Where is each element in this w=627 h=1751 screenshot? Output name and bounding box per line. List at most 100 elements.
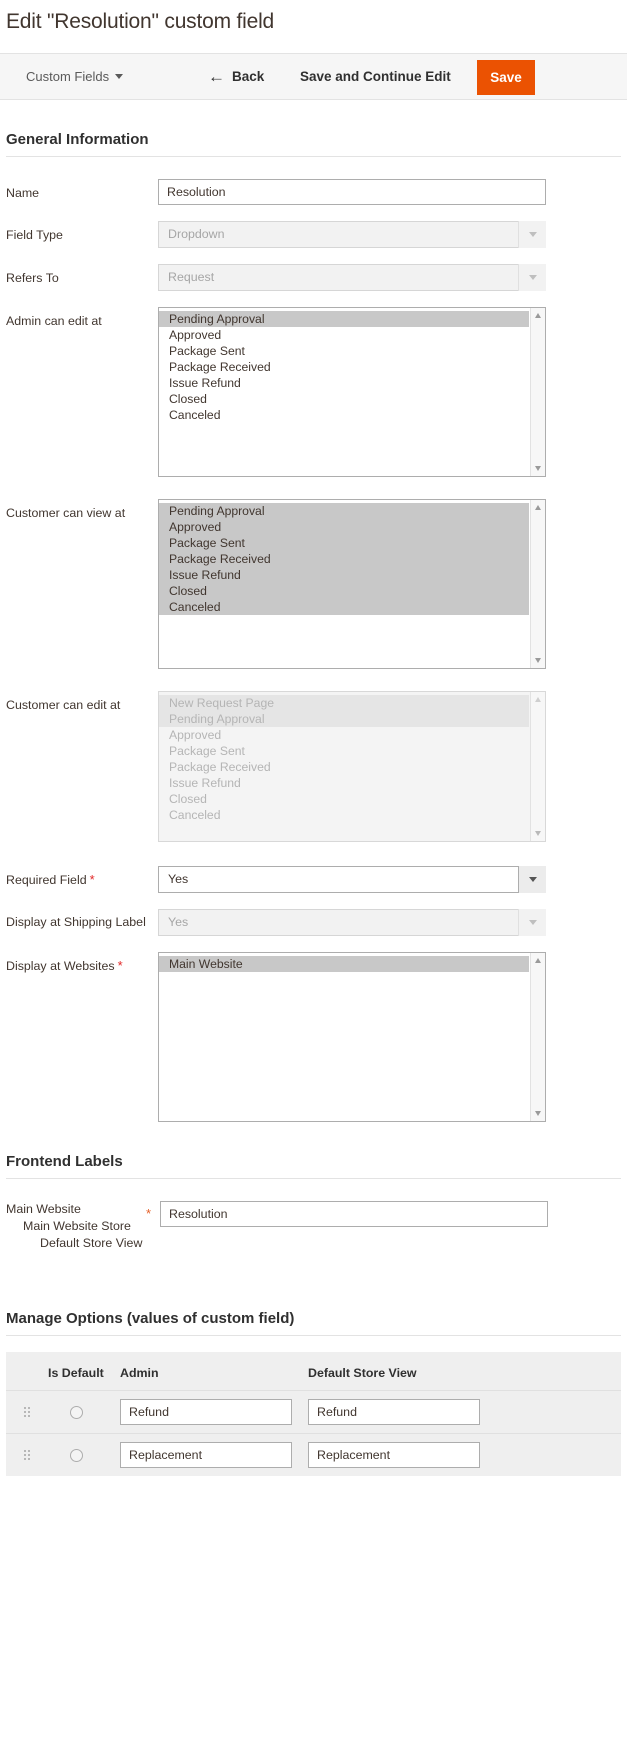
scrollbar[interactable] — [530, 308, 545, 476]
multiselect-option[interactable]: Package Sent — [159, 743, 529, 759]
back-button[interactable]: ← Back — [208, 68, 265, 85]
field-type-select-value: Dropdown — [158, 221, 546, 248]
scroll-down-icon — [535, 831, 541, 836]
chevron-down-icon[interactable] — [518, 866, 546, 893]
row-drag-cell — [6, 1433, 48, 1476]
table-row — [6, 1390, 621, 1434]
multiselect-option[interactable]: Approved — [159, 519, 529, 535]
is-default-cell — [48, 1433, 120, 1476]
field-type-select: Dropdown — [158, 221, 546, 248]
display-at-websites-multiselect[interactable]: Main Website — [158, 952, 546, 1122]
scroll-up-icon[interactable] — [535, 313, 541, 318]
column-header-actions — [496, 1352, 621, 1391]
name-input[interactable] — [158, 179, 546, 205]
multiselect-option[interactable]: Canceled — [159, 407, 529, 423]
display-at-websites-options: Main Website — [159, 956, 545, 972]
legend-divider — [6, 156, 621, 157]
multiselect-option[interactable]: Issue Refund — [159, 567, 529, 583]
display-at-websites-label-text: Display at Websites — [6, 959, 115, 973]
scrollbar[interactable] — [530, 953, 545, 1121]
field-refers-to: Refers To Request — [6, 264, 621, 291]
refers-to-select: Request — [158, 264, 546, 291]
multiselect-option[interactable]: Issue Refund — [159, 775, 529, 791]
multiselect-option[interactable]: Pending Approval — [159, 503, 529, 519]
required-field-select-value: Yes — [158, 866, 546, 893]
default-store-view-option-input[interactable] — [308, 1399, 480, 1425]
multiselect-option[interactable]: Pending Approval — [159, 311, 529, 327]
chevron-down-icon — [518, 909, 546, 936]
display-at-shipping-label-select: Yes — [158, 909, 546, 936]
multiselect-option[interactable]: Closed — [159, 791, 529, 807]
manage-options-fieldset: Manage Options (values of custom field) … — [0, 1252, 627, 1476]
multiselect-option[interactable]: Approved — [159, 727, 529, 743]
multiselect-option[interactable]: Pending Approval — [159, 711, 529, 727]
scroll-up-icon[interactable] — [535, 958, 541, 963]
chevron-down-icon — [115, 74, 124, 79]
scroll-down-icon[interactable] — [535, 658, 541, 663]
scroll-down-icon[interactable] — [535, 466, 541, 471]
frontend-label-input[interactable] — [160, 1201, 548, 1227]
field-display-at-websites: Display at Websites * Main Website — [6, 952, 621, 1122]
field-type-label: Field Type — [6, 228, 63, 242]
customer-can-view-at-multiselect[interactable]: Pending Approval Approved Package Sent Pack… — [158, 499, 546, 669]
table-row — [6, 1433, 621, 1476]
back-button-label: Back — [232, 69, 265, 84]
drag-handle-icon[interactable] — [23, 1406, 31, 1418]
multiselect-option[interactable]: Main Website — [159, 956, 529, 972]
required-field-select[interactable]: Yes — [158, 866, 546, 893]
scrollbar[interactable] — [530, 500, 545, 668]
chevron-down-icon — [518, 221, 546, 248]
field-field-type: Field Type Dropdown — [6, 221, 621, 248]
scroll-up-icon — [535, 697, 541, 702]
page-title: Edit "Resolution" custom field — [6, 10, 275, 33]
field-admin-can-edit-at: Admin can edit at Pending Approval Approv… — [6, 307, 621, 477]
manage-options-table: Is Default Admin Default Store View — [6, 1352, 621, 1476]
field-customer-can-view-at: Customer can view at Pending Approval App… — [6, 499, 621, 669]
drag-handle-icon[interactable] — [23, 1449, 31, 1461]
admin-option-input[interactable] — [120, 1399, 292, 1425]
legend-divider — [6, 1178, 621, 1179]
save-and-continue-edit-button[interactable]: Save and Continue Edit — [300, 69, 451, 84]
multiselect-option[interactable]: New Request Page — [159, 695, 529, 711]
field-frontend-label: Main Website Main Website Store Default … — [6, 1201, 621, 1252]
scrollbar — [530, 692, 545, 841]
custom-fields-switcher[interactable]: Custom Fields — [26, 69, 124, 84]
column-header-default-store-view: Default Store View — [308, 1352, 496, 1391]
customer-can-view-at-label: Customer can view at — [6, 506, 126, 520]
legend-divider — [6, 1335, 621, 1336]
multiselect-option[interactable]: Approved — [159, 327, 529, 343]
scope-store: Main Website Store — [23, 1219, 131, 1233]
scroll-up-icon[interactable] — [535, 505, 541, 510]
customer-can-view-at-options: Pending Approval Approved Package Sent Pack… — [159, 503, 545, 615]
is-default-cell — [48, 1390, 120, 1434]
multiselect-option[interactable]: Package Sent — [159, 343, 529, 359]
multiselect-option[interactable]: Closed — [159, 583, 529, 599]
multiselect-option[interactable]: Package Received — [159, 359, 529, 375]
display-at-shipping-label-label: Display at Shipping Label — [6, 915, 146, 929]
is-default-radio[interactable] — [70, 1448, 83, 1462]
multiselect-option[interactable]: Canceled — [159, 599, 529, 615]
general-information-legend: General Information — [6, 131, 149, 148]
multiselect-option[interactable]: Package Received — [159, 551, 529, 567]
admin-option-input-cell — [120, 1433, 308, 1476]
field-display-at-shipping-label: Display at Shipping Label Yes — [6, 909, 621, 936]
multiselect-option[interactable]: Canceled — [159, 807, 529, 823]
multiselect-option[interactable]: Package Sent — [159, 535, 529, 551]
column-header-is-default: Is Default — [48, 1352, 120, 1391]
default-store-view-option-input[interactable] — [308, 1442, 480, 1468]
admin-option-input-cell — [120, 1390, 308, 1434]
table-header-row: Is Default Admin Default Store View — [6, 1352, 621, 1391]
multiselect-option[interactable]: Closed — [159, 391, 529, 407]
admin-can-edit-at-multiselect[interactable]: Pending Approval Approved Package Sent Pack… — [158, 307, 546, 477]
multiselect-option[interactable]: Package Received — [159, 759, 529, 775]
manage-options-legend: Manage Options (values of custom field) — [6, 1310, 295, 1327]
display-at-websites-label: Display at Websites * — [6, 952, 158, 974]
chevron-down-icon — [518, 264, 546, 291]
scroll-down-icon[interactable] — [535, 1111, 541, 1116]
is-default-radio[interactable] — [70, 1405, 83, 1419]
manage-options-table-body — [6, 1390, 621, 1476]
customer-can-edit-at-options: New Request Page Pending Approval Approved… — [159, 695, 545, 823]
multiselect-option[interactable]: Issue Refund — [159, 375, 529, 391]
admin-option-input[interactable] — [120, 1442, 292, 1468]
save-button[interactable]: Save — [477, 60, 535, 95]
